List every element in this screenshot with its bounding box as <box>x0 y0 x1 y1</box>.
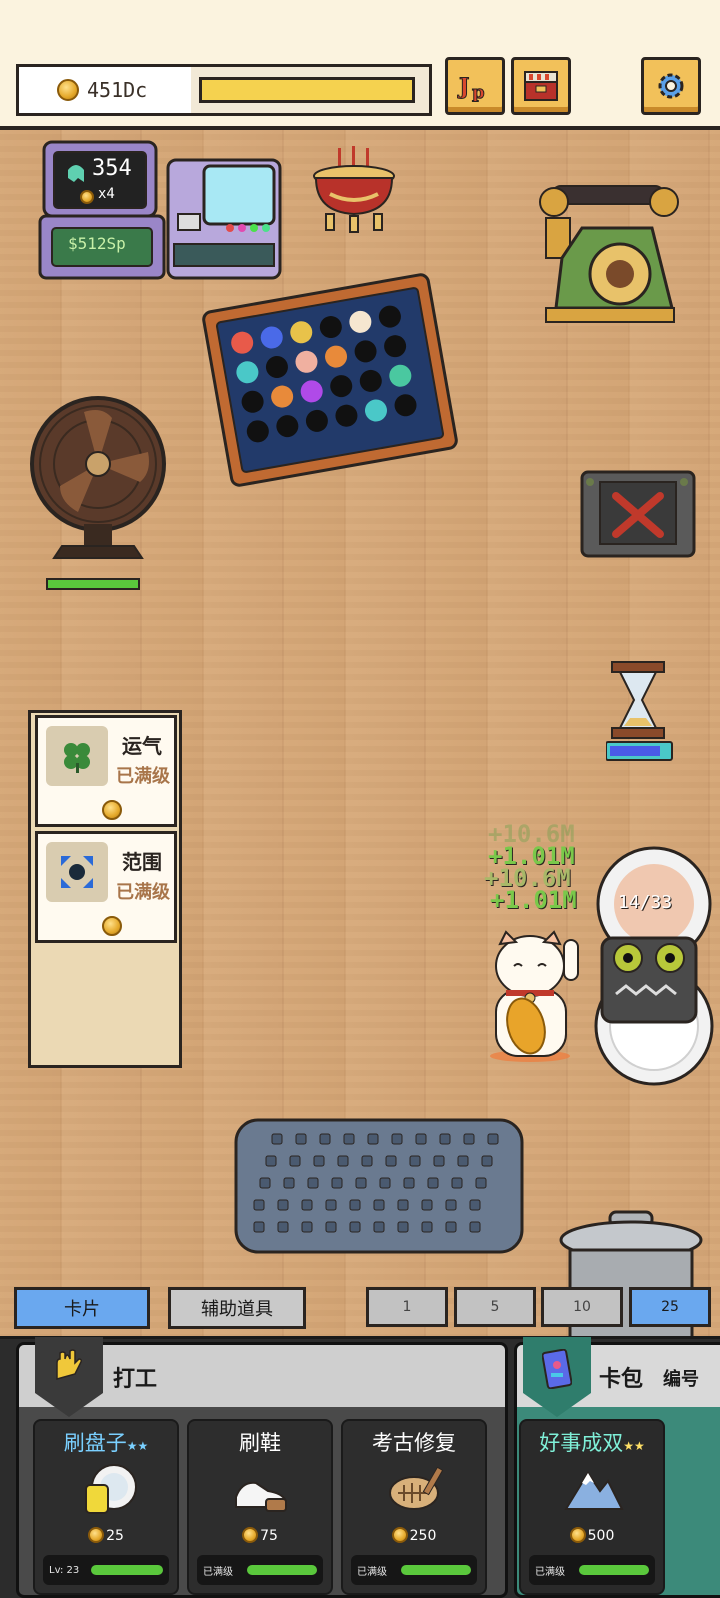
job-card-shoe-cleaning[interactable]: 刷鞋 75 已满级 <box>187 1419 333 1595</box>
svg-text:J: J <box>457 74 469 100</box>
lucky-cat[interactable] <box>486 930 584 1064</box>
shop-chest-icon <box>524 71 558 101</box>
ghost-machine[interactable]: 354 x4 $512Sp <box>38 140 284 282</box>
fossil-icon <box>389 1466 444 1510</box>
tab-cards[interactable]: 卡片 <box>14 1287 150 1329</box>
plates-icon <box>594 846 714 1086</box>
svg-text:p: p <box>472 82 485 102</box>
level-progress-fill <box>199 77 415 103</box>
clover-icon <box>46 726 108 786</box>
job-level-bar: 已满级 <box>197 1555 323 1585</box>
fan-icon <box>30 396 166 559</box>
job-level-fill <box>91 1565 163 1575</box>
pack-card-double-luck[interactable]: 好事成双★★ 500 已满级 <box>519 1419 665 1595</box>
broken-tv[interactable] <box>580 468 696 560</box>
job-price: 25 <box>35 1527 177 1544</box>
job-level-label: Lv: 23 <box>49 1564 80 1576</box>
fan-progress-bar <box>46 578 140 590</box>
money-display: $512Sp <box>68 234 126 253</box>
job-card-dishwashing[interactable]: 刷盘子★★ 25 Lv: 23 <box>33 1419 179 1595</box>
plate-stack[interactable]: 14/33 <box>592 846 716 1102</box>
hourglass-icon <box>605 661 673 761</box>
plate-sponge-icon <box>85 1464 137 1514</box>
incense-burner[interactable] <box>308 144 400 236</box>
upgrade-name: 范围 <box>122 850 162 874</box>
coin-icon <box>88 1527 105 1543</box>
card-pack-group: 卡包 编号 好事成双★★ 500 已满级 <box>514 1337 720 1598</box>
quantity-5-button[interactable]: 5 <box>454 1287 536 1327</box>
pack-group-subtitle: 编号 <box>663 1369 699 1390</box>
job-level-label: 已满级 <box>535 1566 565 1578</box>
electric-fan[interactable] <box>24 388 174 592</box>
pack-group-title: 卡包 <box>599 1367 644 1392</box>
expand-icon <box>46 842 108 902</box>
floating-earnings-4: +1.01M <box>490 886 577 914</box>
job-price: 250 <box>343 1527 485 1544</box>
job-level-bar: 已满级 <box>351 1555 477 1585</box>
quantity-10-button[interactable]: 10 <box>541 1287 623 1327</box>
job-name: 刷鞋 <box>239 1431 281 1455</box>
rotary-phone[interactable] <box>532 178 682 328</box>
incense-burner-icon <box>313 146 395 233</box>
job-name: 好事成双★★ <box>539 1431 645 1455</box>
multiplier-coin-icon <box>80 190 94 204</box>
hourglass[interactable] <box>605 660 674 764</box>
card-pack-icon <box>542 1349 572 1389</box>
job-level-fill <box>247 1565 317 1575</box>
settings-button[interactable] <box>641 57 701 115</box>
top-bar: 451Dc J p <box>0 0 720 130</box>
job-level-fill <box>401 1565 471 1575</box>
quantity-25-button[interactable]: 25 <box>629 1287 711 1327</box>
fan-progress-fill <box>48 580 138 588</box>
job-level-bar: 已满级 <box>529 1555 655 1585</box>
ghost-count: 354 <box>92 156 132 181</box>
coin-icon <box>242 1527 259 1543</box>
upgrade-panel: 运气 已满级 范围 已满级 <box>28 710 182 1068</box>
job-name: 考古修复 <box>372 1431 456 1455</box>
shop-button[interactable] <box>511 57 571 115</box>
level-progress <box>191 67 429 113</box>
upgrade-status: 已满级 <box>116 882 170 903</box>
upgrade-card-range[interactable]: 范围 已满级 <box>35 831 177 943</box>
quantity-1-button[interactable]: 1 <box>366 1287 448 1327</box>
coin-amount: 451Dc <box>87 78 148 102</box>
job-name: 刷盘子★★ <box>63 1431 149 1455</box>
currency-display: 451Dc <box>16 64 432 116</box>
work-group: 打工 刷盘子★★ 25 Lv: 23 刷鞋 75 已满级 考古修复 250 已满… <box>16 1337 508 1598</box>
upgrade-card-luck[interactable]: 运气 已满级 <box>35 715 177 827</box>
work-group-title: 打工 <box>113 1367 158 1392</box>
shoe-brush-icon <box>235 1481 287 1512</box>
jackpot-icon: J p <box>457 74 485 103</box>
multiplier: x4 <box>98 186 115 202</box>
job-card-archaeology[interactable]: 考古修复 250 已满级 <box>341 1419 487 1595</box>
gloves-icon <box>56 1349 82 1380</box>
coin-icon <box>102 916 122 936</box>
coin-icon <box>102 800 122 820</box>
tab-aux-items[interactable]: 辅助道具 <box>168 1287 306 1329</box>
broken-tv-icon <box>580 470 696 558</box>
lucky-cat-icon <box>490 930 579 1062</box>
job-price: 75 <box>189 1527 331 1544</box>
job-level-label: 已满级 <box>357 1566 387 1578</box>
jackpot-button[interactable]: J p <box>445 57 505 115</box>
coin-icon <box>57 79 79 101</box>
mat-graphic <box>234 1118 524 1254</box>
gear-icon <box>658 73 684 99</box>
mountain-icon <box>564 1471 624 1510</box>
rotary-phone-icon <box>539 185 679 323</box>
plate-counter: 14/33 <box>618 892 673 913</box>
coin-icon <box>569 1527 586 1543</box>
machine-graphic <box>38 140 282 280</box>
job-level-label: 已满级 <box>203 1566 233 1578</box>
upgrade-status: 已满级 <box>116 766 170 787</box>
drain-mat[interactable] <box>232 1118 526 1258</box>
job-price: 500 <box>521 1527 663 1544</box>
job-level-fill <box>579 1565 649 1575</box>
job-level-bar: Lv: 23 <box>43 1555 169 1585</box>
upgrade-name: 运气 <box>122 734 162 758</box>
coin-icon <box>391 1527 408 1543</box>
